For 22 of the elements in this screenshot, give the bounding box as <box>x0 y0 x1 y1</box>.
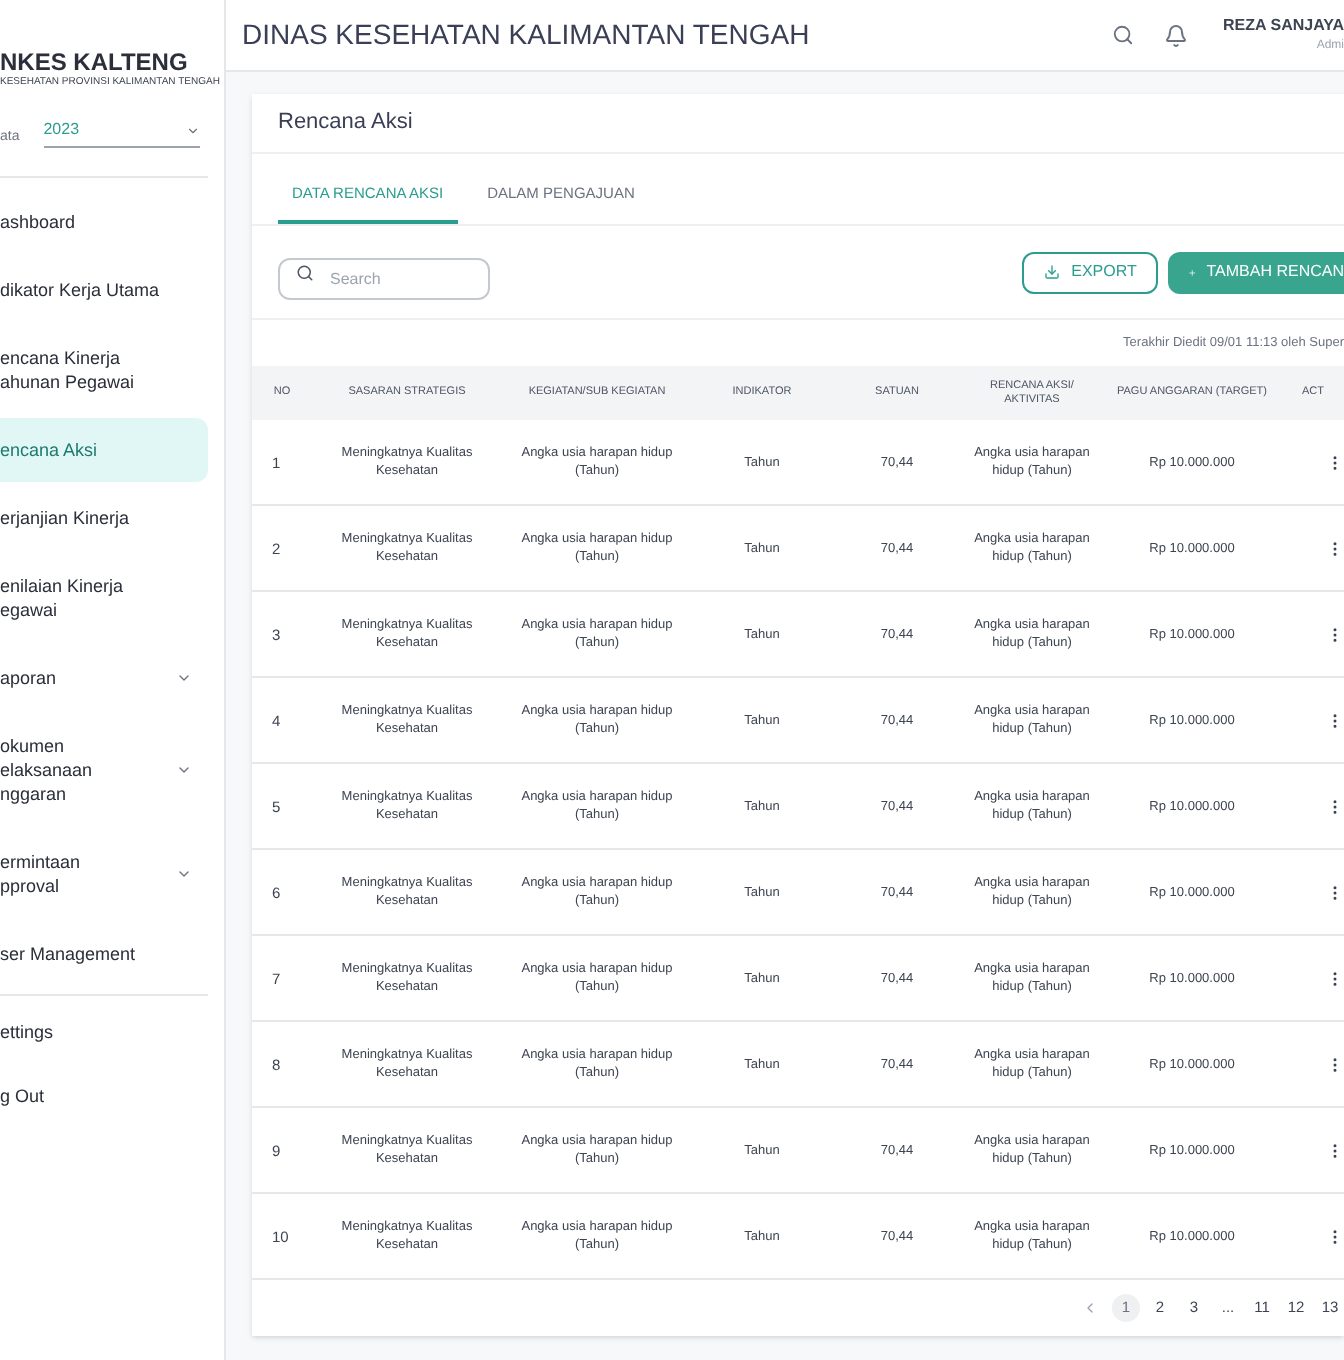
card-title: Rencana Aksi <box>278 108 413 139</box>
sidebar-item[interactable]: g Out <box>0 1067 224 1126</box>
caret-icon <box>185 123 200 137</box>
sidebar-item[interactable]: ettings <box>0 1004 224 1063</box>
download-icon <box>1043 264 1060 280</box>
bell-icon[interactable] <box>1163 23 1188 47</box>
sidebar-item[interactable]: ashboard <box>0 190 208 254</box>
sidebar-item[interactable]: dikator Kerja Utama <box>0 258 208 322</box>
sidebar-item[interactable]: erjanjian Kinerja <box>0 486 208 550</box>
sidebar-item[interactable]: okumen elaksanaan nggaran <box>0 714 208 826</box>
sidebar-item[interactable]: enilaian Kinerja egawai <box>0 554 208 642</box>
sidebar-item[interactable]: ser Management <box>0 922 208 986</box>
sidebar-item[interactable]: ermintaan pproval <box>0 830 208 918</box>
sidebar-item[interactable]: encana Kinerja ahunan Pegawai <box>0 326 208 414</box>
user-name: REZA SANJAYA <box>1223 14 1344 38</box>
page-header-title: DINAS KESEHATAN KALIMANTAN TENGAH <box>242 16 810 54</box>
search-icon[interactable] <box>1111 24 1134 46</box>
logo-text: NKES KALTENG <box>0 50 190 74</box>
search-icon <box>296 263 314 281</box>
search-field[interactable]: Search <box>278 257 490 299</box>
sidebar-item[interactable]: encana Aksi <box>0 418 208 482</box>
sidebar-item[interactable]: aporan <box>0 646 208 710</box>
